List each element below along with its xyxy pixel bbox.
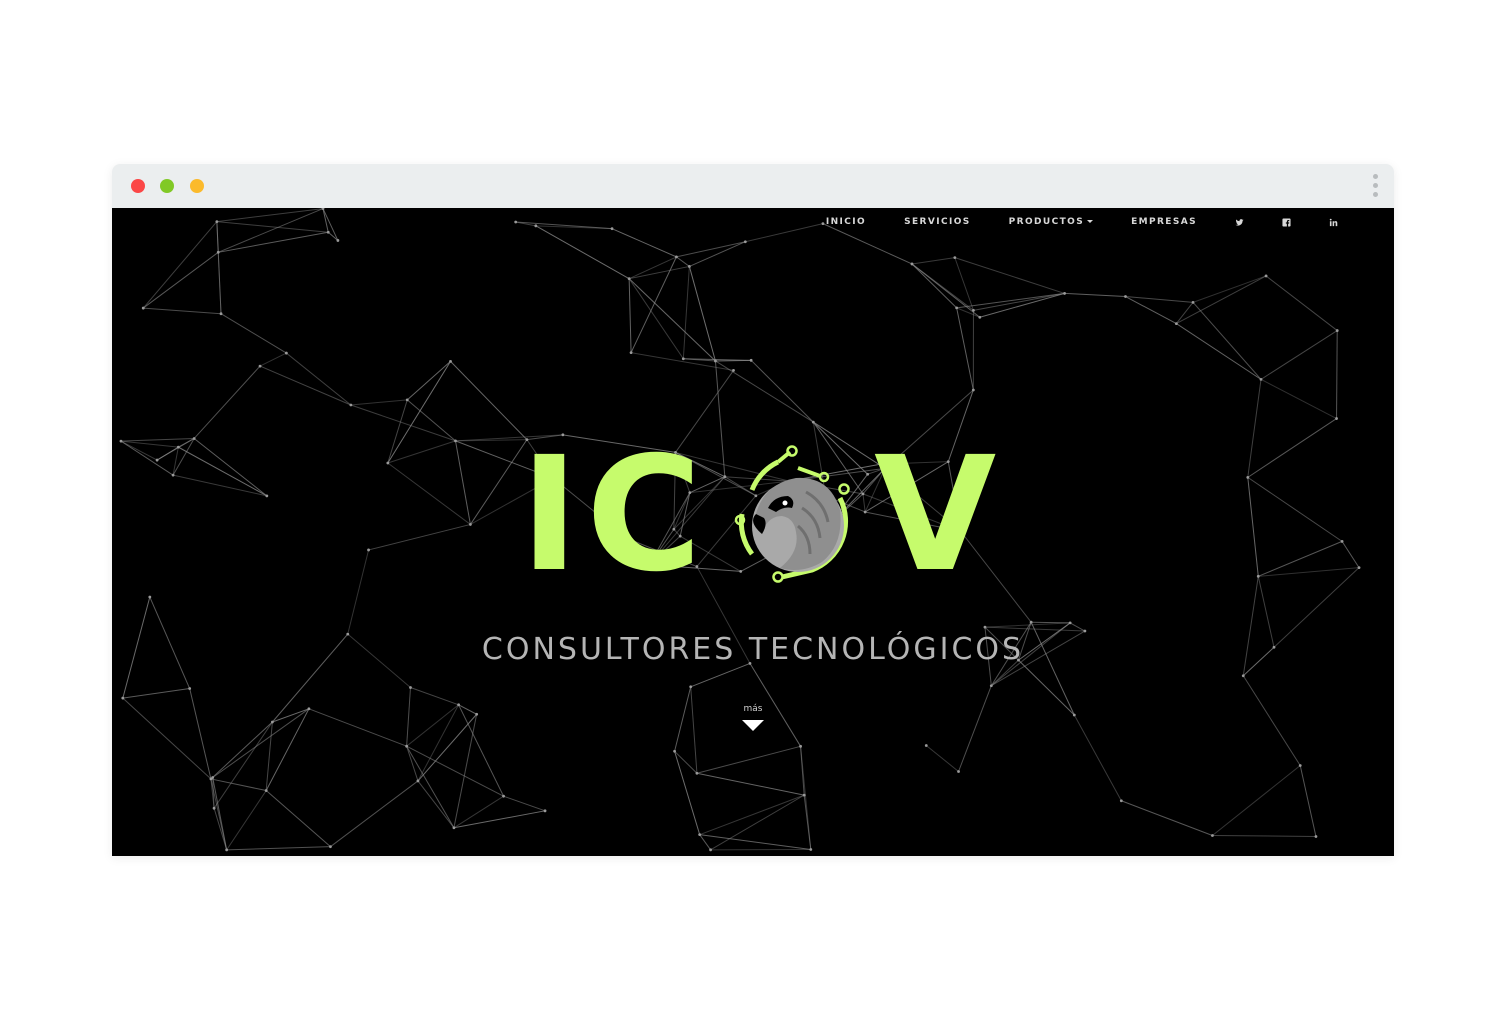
logo-letter-v: V: [874, 423, 997, 607]
nav-item-inicio[interactable]: INICIO: [826, 217, 866, 227]
zoom-window-button[interactable]: [190, 179, 204, 193]
facebook-icon[interactable]: [1282, 217, 1291, 227]
nav-item-productos[interactable]: PRODUCTOS: [1008, 217, 1094, 227]
linkedin-icon[interactable]: [1329, 218, 1338, 227]
nav-item-servicios[interactable]: SERVICIOS: [904, 217, 971, 227]
browser-titlebar: [112, 164, 1394, 208]
kebab-menu-icon[interactable]: [1372, 174, 1380, 198]
arrow-down-icon[interactable]: [742, 720, 764, 731]
close-window-button[interactable]: [131, 179, 145, 193]
eagle-emblem-icon: [734, 445, 850, 583]
caret-down-icon: [1087, 220, 1094, 223]
twitter-icon[interactable]: [1235, 218, 1244, 227]
minimize-window-button[interactable]: [160, 179, 174, 193]
icov-logo: I C V: [468, 436, 1048, 636]
logo-letter-i: I: [520, 423, 579, 607]
nav-item-empresas[interactable]: EMPRESAS: [1131, 217, 1197, 227]
more-link[interactable]: más: [733, 704, 773, 714]
page-viewport: INICIO SERVICIOS PRODUCTOS EMPRESAS I C …: [112, 208, 1394, 856]
browser-window: INICIO SERVICIOS PRODUCTOS EMPRESAS I C …: [112, 164, 1394, 856]
tagline: CONSULTORES TECNOLÓGICOS: [481, 632, 1025, 667]
main-nav: INICIO SERVICIOS PRODUCTOS EMPRESAS: [826, 217, 1338, 227]
nav-item-productos-label: PRODUCTOS: [1008, 217, 1085, 227]
logo-letter-c: C: [586, 423, 702, 607]
